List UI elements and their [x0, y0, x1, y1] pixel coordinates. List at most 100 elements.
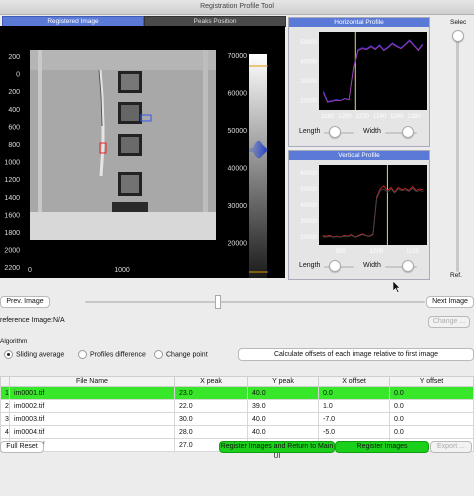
profile-x-tick: 1260: [390, 114, 404, 119]
vertical-profile-title: Vertical Profile: [289, 151, 429, 160]
image-y-tick: 1800: [4, 230, 20, 237]
prev-image-button[interactable]: Prev. Image: [0, 296, 50, 308]
column-header-x-peak[interactable]: X peak: [174, 376, 248, 387]
image-slider-handle[interactable]: [215, 295, 221, 309]
register-and-return-button[interactable]: Register Images and Return to Main UI: [219, 441, 335, 460]
colorbar-tick: 50000: [228, 128, 248, 135]
vertical-profile-group: Vertical Profile 60000 50000 40000 30000 200…: [288, 150, 430, 280]
image-y-tick: 2000: [4, 248, 20, 255]
image-y-tick: 1000: [4, 160, 20, 167]
table-cell-index: 3: [0, 412, 10, 426]
reference-image-value: N/A: [53, 317, 65, 324]
image-y-tick: 800: [8, 142, 20, 149]
export-button[interactable]: Export ...: [430, 441, 472, 453]
colorbar-tick: 40000: [228, 166, 248, 173]
horizontal-length-label: Length: [299, 128, 321, 135]
table-cell-ypeak: 40.0: [247, 412, 319, 426]
colorbar-tick: 20000: [228, 241, 248, 248]
profile-x-tick: 1280: [407, 114, 421, 119]
table-cell-yoff: 0.0: [389, 425, 474, 439]
colorbar-axis: 70000600005000040000300002000010000: [228, 53, 248, 285]
register-images-button[interactable]: Register Images: [335, 441, 429, 453]
column-header-y-peak[interactable]: Y peak: [247, 376, 319, 387]
table-cell-xoff: 0.0: [318, 386, 390, 400]
image-y-tick: 0: [16, 72, 20, 79]
algorithm-option-sliding-average[interactable]: Sliding average: [4, 350, 64, 359]
vertical-length-slider[interactable]: [329, 260, 341, 272]
table-header-row: File Name X peak Y peak X offset Y offse…: [0, 376, 474, 387]
column-header-y-offset[interactable]: Y offset: [389, 376, 474, 387]
side-slider-panel: Selec Ref.: [444, 18, 474, 280]
table-cell-yoff: 0.0: [389, 399, 474, 413]
radio-icon: [154, 350, 163, 359]
horizontal-profile-group: Horizontal Profile 50000 40000 30000 20000 1…: [288, 17, 430, 147]
profile-y-tick: 20000: [300, 98, 317, 104]
table-cell-xoff: -7.0: [318, 412, 390, 426]
algorithm-option-label: Change point: [166, 351, 208, 359]
colorbar-tick: 70000: [228, 53, 248, 60]
table-cell-xpeak: 30.0: [174, 412, 248, 426]
vertical-length-label: Length: [299, 262, 321, 269]
profile-x-tick: 1100: [406, 249, 420, 254]
table-row[interactable]: 2 im0002.tif 22.0 39.0 1.0 0.0: [0, 399, 474, 413]
colorbar[interactable]: [249, 54, 268, 278]
side-slider-top-label: Selec: [450, 19, 467, 26]
image-y-tick: 1200: [4, 177, 20, 184]
horizontal-width-slider[interactable]: [402, 126, 414, 138]
colorbar-tick: 30000: [228, 203, 248, 210]
table-cell-file: im0004.tif: [9, 425, 175, 439]
next-image-button[interactable]: Next Image: [426, 296, 474, 308]
table-cell-ypeak: 40.0: [247, 425, 319, 439]
image-y-tick: 400: [8, 107, 20, 114]
profile-y-tick: 30000: [300, 219, 317, 225]
profile-y-tick: 50000: [300, 40, 317, 46]
profile-x-tick: 1180: [321, 114, 335, 119]
table-cell-ypeak: 40.0: [247, 386, 319, 400]
table-cell-yoff: 0.0: [389, 412, 474, 426]
image-panel: 200 0 200 400 600 800 1000 1200 1400 1600 1800 2000…: [0, 26, 285, 285]
mouse-cursor-icon: [393, 281, 401, 293]
profile-x-tick: 1240: [373, 114, 387, 119]
image-y-tick: 2200: [4, 265, 20, 272]
image-y-tick: 1400: [4, 195, 20, 202]
change-reference-button[interactable]: Change ...: [428, 316, 470, 328]
radiograph-image[interactable]: [30, 50, 216, 240]
profile-y-tick: 30000: [300, 79, 317, 85]
table-cell-xoff: 1.0: [318, 399, 390, 413]
table-cell-index: 1: [0, 386, 10, 400]
column-header-index[interactable]: [0, 376, 10, 387]
table-row[interactable]: 1 im0001.tif 23.0 40.0 0.0 0.0: [0, 386, 474, 400]
table-cell-xpeak: 28.0: [174, 425, 248, 439]
profile-x-tick: 900: [336, 249, 347, 254]
horizontal-profile-title: Horizontal Profile: [289, 18, 429, 27]
calculate-offsets-button[interactable]: Calculate offsets of each image relative…: [238, 348, 474, 361]
image-slider-track: [85, 301, 425, 303]
vertical-width-slider[interactable]: [402, 260, 414, 272]
side-slider-handle[interactable]: [452, 30, 464, 42]
table-cell-file: im0002.tif: [9, 399, 175, 413]
reference-image-label: reference Image:: [0, 317, 53, 324]
profile-y-tick: 20000: [300, 235, 317, 241]
table-row[interactable]: 3 im0003.tif 30.0 40.0 -7.0 0.0: [0, 412, 474, 426]
table-row[interactable]: 4 im0004.tif 28.0 40.0 -5.0 0.0: [0, 425, 474, 439]
column-header-file-name[interactable]: File Name: [9, 376, 175, 387]
profile-x-tick: 1200: [338, 114, 352, 119]
table-cell-yoff: 0.0: [389, 386, 474, 400]
profile-x-tick: 1000: [370, 249, 384, 254]
full-reset-button[interactable]: Full Reset: [0, 441, 44, 453]
column-header-x-offset[interactable]: X offset: [318, 376, 390, 387]
table-cell-xpeak: 23.0: [174, 386, 248, 400]
horizontal-profile-chart: 50000 40000 30000 20000 1180 1200 1220 1240 1260…: [300, 32, 427, 120]
image-y-tick: 200: [8, 89, 20, 96]
image-x-tick-0: 0: [28, 267, 32, 274]
table-cell-file: im0001.tif: [9, 386, 175, 400]
side-slider-track: [456, 30, 459, 272]
algorithm-option-change-point[interactable]: Change point: [154, 350, 208, 359]
profile-y-tick: 40000: [300, 59, 317, 65]
image-y-tick: 200: [8, 54, 20, 61]
algorithm-option-profiles-difference[interactable]: Profiles difference: [78, 350, 146, 359]
plot-area: [319, 32, 427, 110]
table-cell-xpeak: 22.0: [174, 399, 248, 413]
window-title: Registration Profile Tool: [0, 0, 474, 15]
horizontal-length-slider[interactable]: [329, 126, 341, 138]
